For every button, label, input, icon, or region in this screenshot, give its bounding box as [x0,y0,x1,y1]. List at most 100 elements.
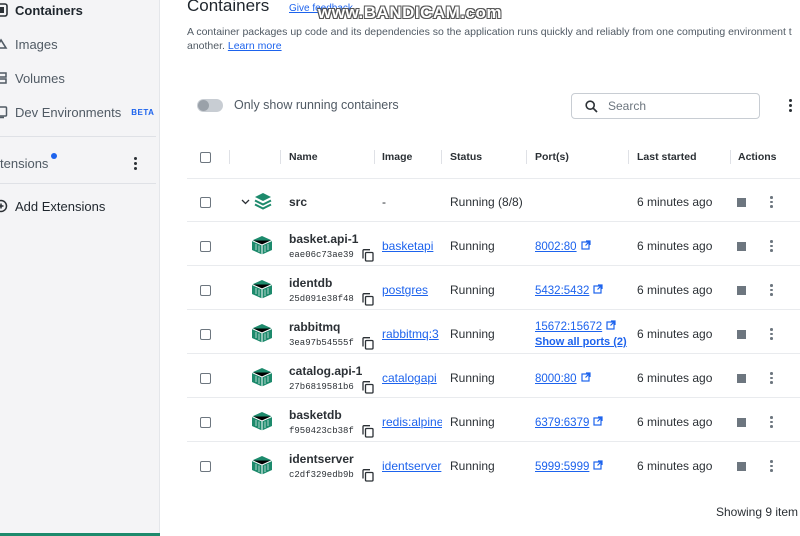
sidebar-item-containers[interactable]: Containers [0,0,83,21]
port-label[interactable]: 5432:5432 [535,285,589,297]
group-image: - [382,195,386,209]
last-started: 6 minutes ago [637,415,713,429]
row-checkbox[interactable] [200,329,211,340]
container-status: Running [450,415,495,429]
copy-icon[interactable] [362,469,374,487]
row-divider [187,221,800,222]
port-link[interactable]: 6379:6379 [535,416,603,429]
row-menu-icon[interactable] [770,284,773,296]
sidebar-item-label: Containers [15,2,83,18]
learn-more-link[interactable]: Learn more [228,40,282,52]
row-checkbox[interactable] [200,461,211,472]
row-menu-icon[interactable] [770,372,773,384]
page-description: A container packages up code and its dep… [187,25,800,53]
image-link[interactable]: postgres [382,283,442,297]
column-header-ports[interactable]: Port(s) [535,151,569,163]
sidebar-item-images[interactable]: Images [0,33,58,55]
row-divider [187,441,800,442]
running-only-toggle[interactable] [197,99,223,112]
container-id: 25d091e38f48 [289,294,354,304]
column-header-status[interactable]: Status [450,151,482,163]
container-status: Running [450,371,495,385]
container-name[interactable]: basket.api-1 [289,232,358,246]
containers-icon [0,3,8,17]
port-label[interactable]: 6379:6379 [535,417,589,429]
stop-icon[interactable] [737,330,746,339]
row-checkbox[interactable] [200,373,211,384]
container-status: Running [450,459,495,473]
container-name[interactable]: catalog.api-1 [289,364,362,378]
sidebar-item-label: Dev Environments [15,104,122,120]
container-name[interactable]: rabbitmq [289,320,340,334]
port-link[interactable]: 15672:15672 [535,320,616,333]
container-icon [251,411,273,436]
sidebar-item-dev-environments[interactable]: Dev Environments BETA [0,101,154,123]
row-checkbox[interactable] [200,241,211,252]
column-separator [280,150,281,164]
extensions-label: tensions [0,155,49,171]
port-link[interactable]: 8002:80 [535,240,591,253]
container-icon [251,367,273,392]
image-link[interactable]: rabbitmq:3 [382,327,442,341]
container-name[interactable]: basketdb [289,408,342,422]
column-header-image[interactable]: Image [382,151,412,163]
port-label[interactable]: 8002:80 [535,241,577,253]
port-link[interactable]: 5999:5999 [535,460,603,473]
group-last-started: 6 minutes ago [637,195,713,209]
sidebar-item-label: Volumes [15,70,65,86]
sidebar-item-volumes[interactable]: Volumes [0,67,65,89]
stop-icon[interactable] [737,242,746,251]
port-label[interactable]: 15672:15672 [535,321,602,333]
image-link[interactable]: identserver [382,459,442,473]
add-circle-icon [0,199,8,213]
port-link[interactable]: 5432:5432 [535,284,603,297]
search-box[interactable] [571,93,760,119]
stop-icon[interactable] [737,374,746,383]
show-all-ports-link[interactable]: Show all ports (2) [535,336,627,348]
row-checkbox[interactable] [200,417,211,428]
container-name[interactable]: identserver [289,452,354,466]
container-icon [251,279,273,304]
stop-icon[interactable] [737,418,746,427]
chevron-down-icon[interactable] [241,199,250,205]
column-header-name[interactable]: Name [289,151,318,163]
notification-dot [51,153,57,159]
container-icon [251,323,273,348]
stop-icon[interactable] [737,462,746,471]
row-checkbox[interactable] [200,285,211,296]
port-label[interactable]: 8000:80 [535,373,577,385]
search-input[interactable] [608,99,738,113]
external-link-icon [593,284,603,297]
port-label[interactable]: 5999:5999 [535,461,589,473]
sidebar-extensions-header[interactable]: tensions [0,152,48,174]
image-link[interactable]: catalogapi [382,371,442,385]
more-options-icon[interactable] [789,99,792,112]
sidebar-add-extensions[interactable]: Add Extensions [0,195,105,217]
stop-icon[interactable] [737,286,746,295]
container-status: Running [450,327,495,341]
row-menu-icon[interactable] [770,416,773,428]
image-link[interactable]: basketapi [382,239,442,253]
group-name[interactable]: src [289,195,307,209]
image-link[interactable]: redis:alpine [382,415,442,429]
row-menu-icon[interactable] [770,328,773,340]
stop-icon[interactable] [737,198,746,207]
container-name[interactable]: identdb [289,276,332,290]
column-header-last-started[interactable]: Last started [637,151,697,163]
row-checkbox[interactable] [200,197,211,208]
select-all-checkbox[interactable] [200,152,211,163]
images-icon [0,37,8,51]
row-divider [187,265,800,266]
watermark: www.BANDICAM.com [318,3,502,22]
row-menu-icon[interactable] [770,196,773,208]
toggle-label: Only show running containers [234,98,399,112]
row-menu-icon[interactable] [770,460,773,472]
port-link[interactable]: 8000:80 [535,372,591,385]
extensions-menu-icon[interactable] [134,157,137,170]
external-link-icon [580,372,591,385]
column-header-actions: Actions [738,151,777,163]
volumes-icon [0,71,8,85]
row-menu-icon[interactable] [770,240,773,252]
row-divider [187,309,800,310]
column-separator [374,150,375,164]
